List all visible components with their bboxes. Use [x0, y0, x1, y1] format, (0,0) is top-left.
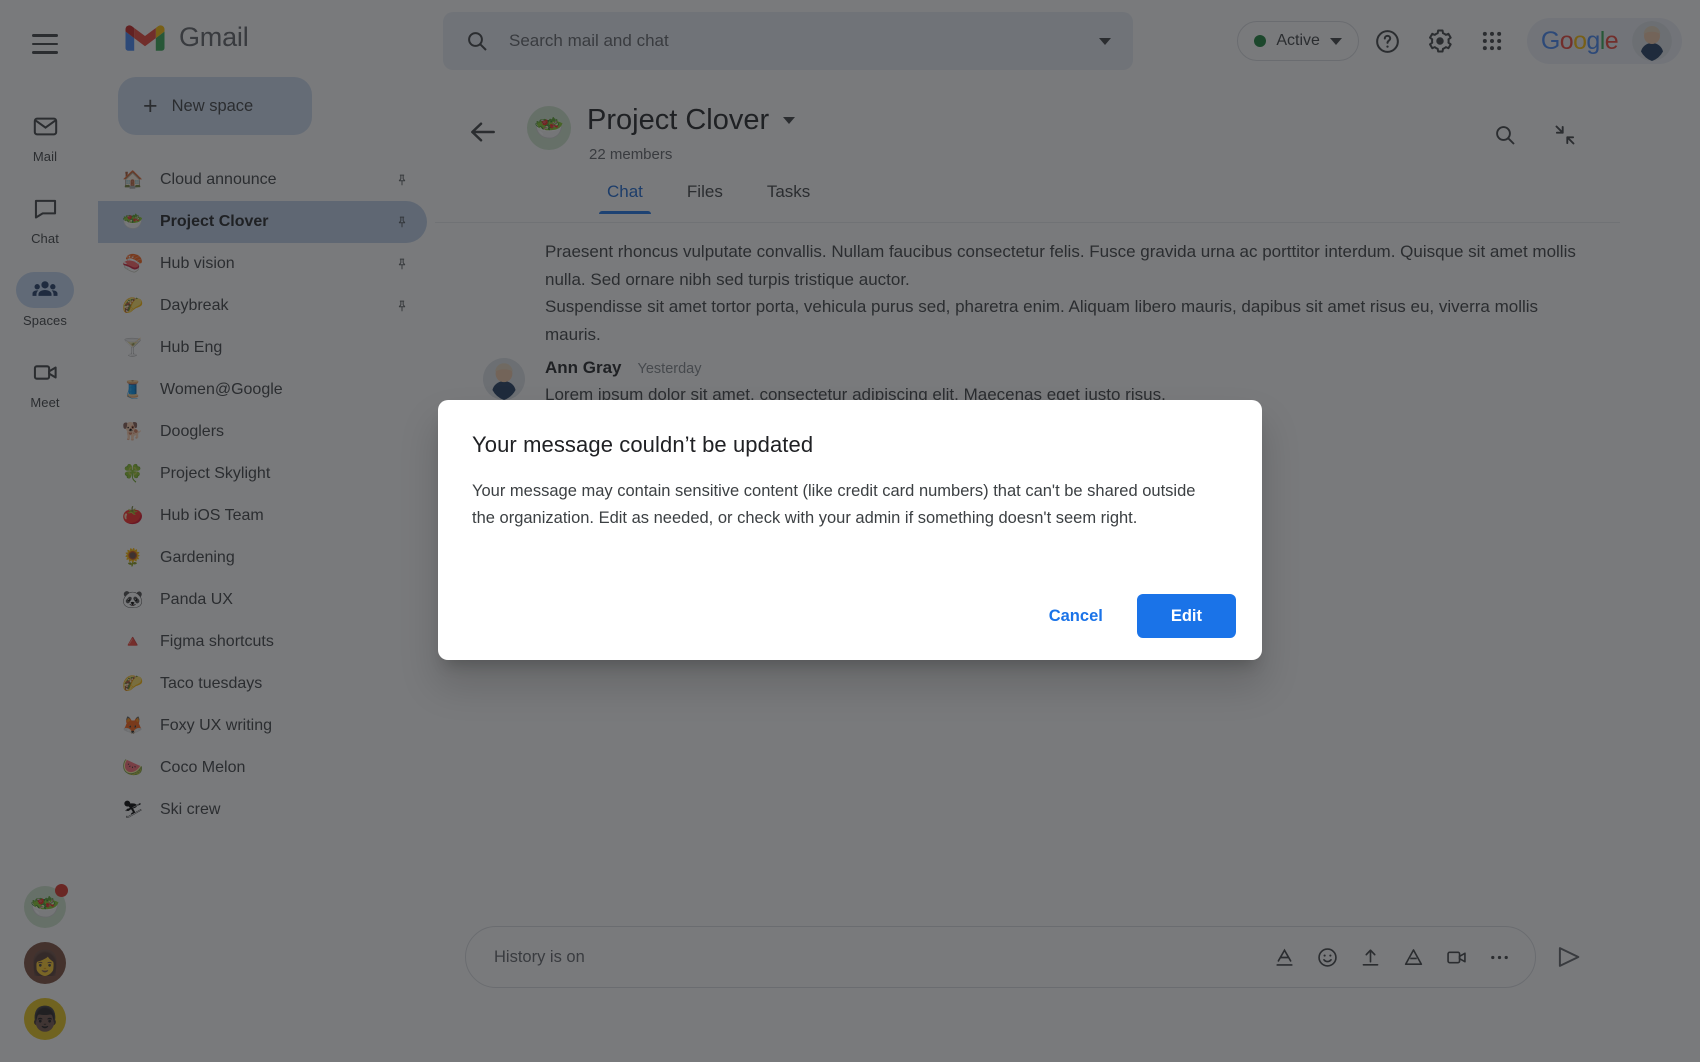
edit-button[interactable]: Edit [1136, 594, 1236, 638]
cancel-button[interactable]: Cancel [1027, 594, 1125, 638]
dialog-title: Your message couldn’t be updated [472, 432, 814, 457]
gmail-app-window: Mail Chat [0, 0, 1700, 1062]
dialog-body: Your message may contain sensitive conte… [472, 482, 1196, 527]
sensitive-content-dialog: Your message couldn’t be updated Your me… [438, 400, 1262, 660]
dialog-actions: Cancel Edit [1027, 594, 1236, 638]
